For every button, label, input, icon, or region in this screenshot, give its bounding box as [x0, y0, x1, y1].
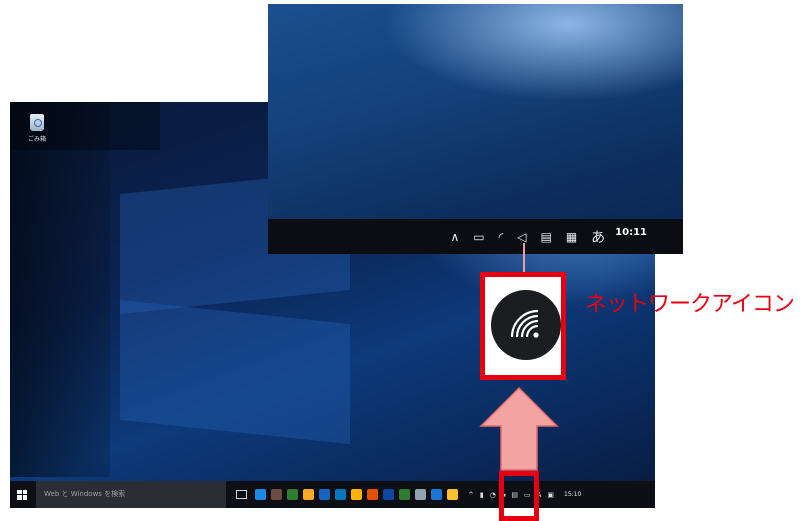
keyboard-icon[interactable]: ▦: [566, 230, 577, 244]
chevron-up-icon[interactable]: ^: [468, 491, 474, 499]
pinned-app-icon[interactable]: [287, 489, 298, 500]
wifi-icon[interactable]: ◔: [490, 491, 496, 499]
pinned-app-icon[interactable]: [415, 489, 426, 500]
recycle-bin[interactable]: ごみ箱: [18, 114, 56, 143]
pinned-app-icon[interactable]: [303, 489, 314, 500]
recycle-bin-icon: [30, 114, 44, 131]
clock[interactable]: 15:10: [564, 491, 581, 498]
zoomed-screenshot: ∧ ▭ ◜ ◁ ▤ ▦ あ 10:11: [268, 4, 683, 254]
chevron-up-icon[interactable]: ∧: [450, 230, 459, 244]
wifi-icon: [510, 309, 539, 338]
pinned-app-icon[interactable]: [399, 489, 410, 500]
desktop-shadow: [10, 102, 110, 477]
wallpaper-pane: [120, 299, 350, 445]
pinned-app-icon[interactable]: [271, 489, 282, 500]
task-view-icon[interactable]: [236, 490, 247, 499]
pinned-app-icon[interactable]: [255, 489, 266, 500]
wifi-icon[interactable]: ◜: [499, 230, 504, 244]
pinned-apps: [255, 489, 458, 500]
notification-icon[interactable]: ▣: [547, 491, 554, 499]
pinned-app-icon[interactable]: [431, 489, 442, 500]
action-center-icon[interactable]: ▤: [540, 230, 551, 244]
zoomed-taskbar: ∧ ▭ ◜ ◁ ▤ ▦ あ 10:11: [268, 219, 683, 254]
network-icon-enlarged: [491, 290, 561, 360]
connector-line: [523, 243, 525, 275]
battery-icon[interactable]: ▮: [480, 491, 484, 499]
pinned-app-icon[interactable]: [383, 489, 394, 500]
pinned-app-icon[interactable]: [335, 489, 346, 500]
battery-icon[interactable]: ▭: [473, 230, 484, 244]
ime-indicator[interactable]: あ: [591, 227, 605, 247]
start-button[interactable]: [17, 489, 27, 500]
up-arrow-icon: [479, 386, 559, 471]
taskbar: Web と Windows を検索 ^ ▮ ◔ ◂ ▤ ▭ A ▣ 15:10: [10, 481, 655, 508]
pinned-app-icon[interactable]: [351, 489, 362, 500]
clock[interactable]: 10:11: [615, 227, 647, 238]
volume-icon[interactable]: ◁: [517, 230, 526, 244]
pinned-app-icon[interactable]: [447, 489, 458, 500]
pinned-app-icon[interactable]: [319, 489, 330, 500]
pinned-app-icon[interactable]: [367, 489, 378, 500]
search-input[interactable]: Web と Windows を検索: [36, 481, 226, 508]
network-icon-label: ネットワークアイコン: [585, 292, 795, 317]
recycle-bin-label: ごみ箱: [27, 136, 46, 143]
